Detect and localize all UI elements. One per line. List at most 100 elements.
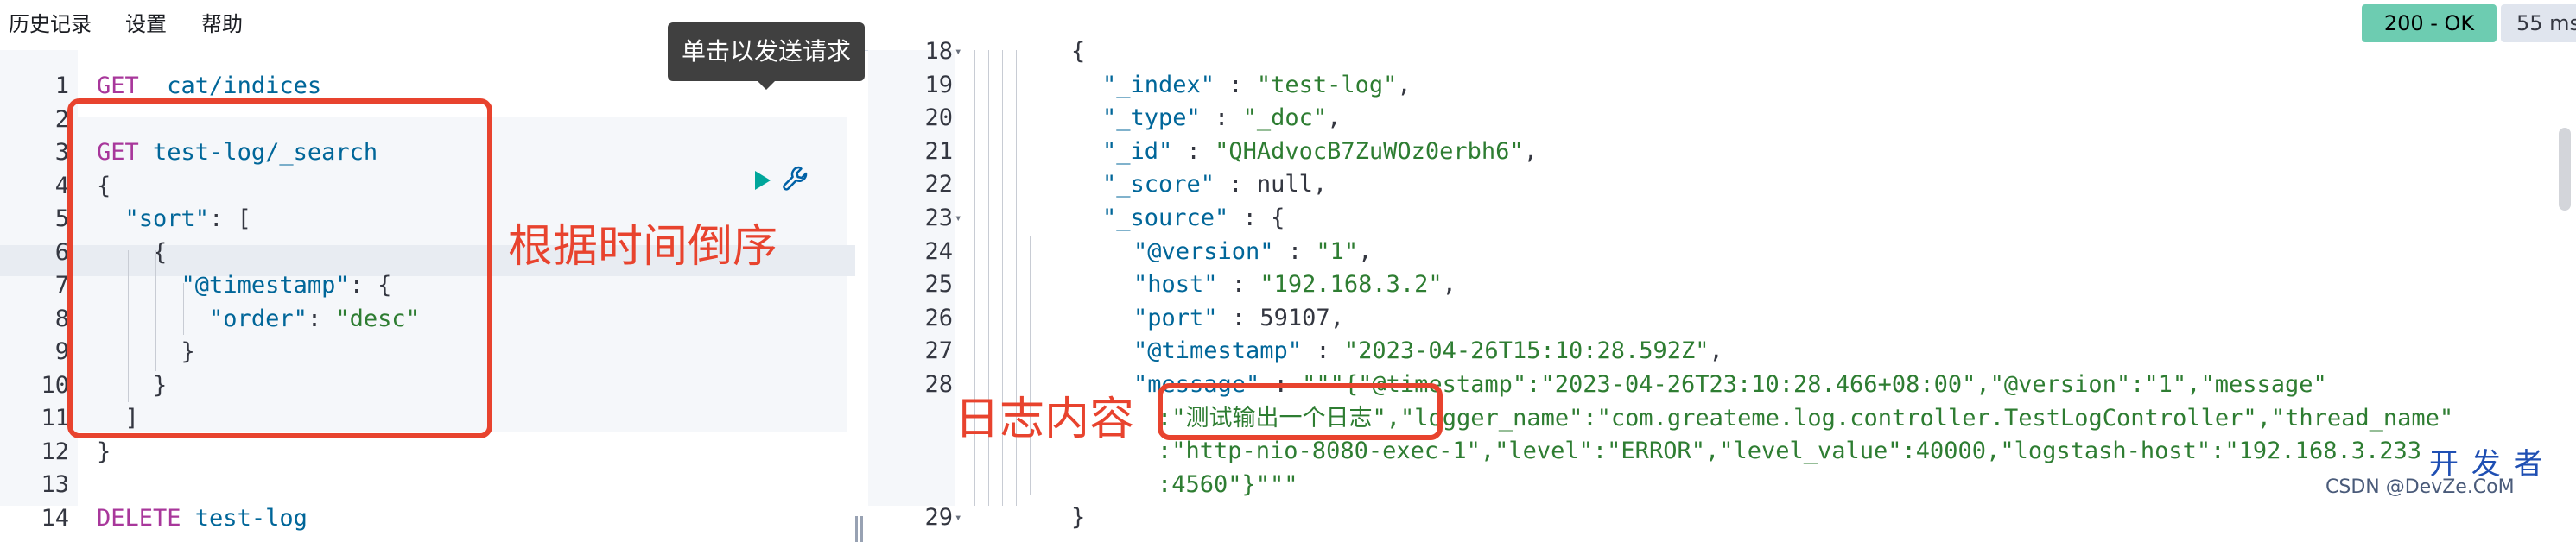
code-token: "_id" — [1102, 137, 1173, 165]
line-number: 25 — [924, 271, 953, 299]
indent-guide — [1030, 236, 1031, 495]
line-number: 28 — [924, 371, 953, 398]
code-token: "_type" — [1102, 104, 1201, 132]
code-token: { — [1071, 38, 1086, 65]
code-token: : — [1302, 337, 1344, 365]
response-scrollbar[interactable] — [2559, 128, 2571, 211]
send-request-tooltip: 单击以发送请求 — [668, 22, 865, 90]
code-line: "@timestamp" : "2023-04-26T15:10:28.592Z… — [1133, 336, 1723, 367]
watermark-credit: CSDN @DevZe.CoM — [2325, 476, 2515, 498]
line-number: 21 — [924, 137, 953, 165]
line-number: 23 — [924, 205, 953, 231]
code-token: "_source" — [1102, 205, 1229, 231]
line-number: 13 — [41, 471, 69, 498]
code-token: "@version" — [1133, 237, 1274, 265]
send-request-icon[interactable] — [755, 171, 771, 190]
fold-toggle-icon[interactable]: ▾ — [955, 502, 961, 533]
line-number: 3 — [54, 139, 69, 166]
code-token: , — [1523, 137, 1538, 165]
menu-settings[interactable]: 设置 — [125, 0, 167, 50]
line-number: 29 — [924, 504, 953, 532]
line-number: 14 — [41, 504, 69, 532]
code-token: , — [1442, 271, 1456, 299]
code-token: , — [1358, 237, 1373, 265]
code-token: : null, — [1215, 171, 1328, 199]
code-token: } — [97, 438, 111, 465]
status-badge: 200 - OK — [2362, 4, 2497, 42]
code-token: :4560"}""" — [1158, 470, 1298, 498]
line-number: 20 — [924, 104, 953, 132]
code-line: "_id" : "QHAdvocB7ZuWOz0erbh6", — [1102, 136, 1538, 167]
line-number — [868, 436, 953, 467]
code-token: , — [1327, 104, 1342, 132]
top-menu-bar: 历史记录 设置 帮助 200 - OK 55 ms — [0, 0, 2576, 51]
fold-toggle-icon[interactable]: ▾ — [955, 203, 961, 234]
line-number: 7 — [54, 272, 69, 299]
line-number — [868, 470, 953, 501]
code-line: :4560"}""" — [1158, 470, 1298, 501]
panel-resize-handle[interactable] — [855, 516, 864, 542]
line-number: 27 — [924, 337, 953, 365]
line-number: 19 — [924, 71, 953, 98]
line-number: 4 — [54, 172, 69, 199]
code-line: } — [97, 437, 111, 468]
code-token: : — [1172, 137, 1215, 165]
sort-annotation-label: 根据时间倒序 — [508, 221, 778, 273]
code-token: : — [1200, 104, 1243, 132]
code-token: } — [1071, 504, 1086, 532]
log-content-annotation-label: 日志内容 — [955, 394, 1135, 445]
code-line: "@version" : "1", — [1133, 236, 1372, 268]
line-number — [868, 403, 953, 434]
log-content-annotation-box — [1158, 383, 1443, 440]
code-line: "_source" : { — [1102, 203, 1285, 234]
line-number: 5 — [54, 205, 69, 232]
code-token: : — [1217, 271, 1260, 299]
code-token: DELETE — [97, 504, 195, 532]
code-token: "2023-04-26T15:10:28.592Z" — [1343, 337, 1710, 365]
code-token: "test-log" — [1256, 71, 1398, 98]
code-token: "host" — [1133, 271, 1218, 299]
line-number: 10 — [41, 371, 69, 399]
code-line: DELETE test-log — [97, 503, 308, 534]
line-number: 22 — [924, 171, 953, 199]
code-line: "_index" : "test-log", — [1102, 70, 1412, 101]
line-number: 18 — [924, 38, 953, 65]
line-number: 8 — [54, 305, 69, 332]
code-token: "_doc" — [1242, 104, 1328, 132]
sort-annotation-box — [67, 98, 492, 438]
code-token: : { — [1228, 205, 1285, 231]
code-token: , — [1397, 71, 1412, 98]
line-number: 24 — [924, 237, 953, 265]
code-token: _cat/indices — [153, 72, 322, 99]
code-token: : — [1215, 71, 1257, 98]
code-line: :"http-nio-8080-exec-1","level":"ERROR",… — [1158, 436, 2421, 467]
code-line: GET _cat/indices — [97, 71, 321, 102]
line-number: 1 — [54, 72, 69, 99]
code-line: "_type" : "_doc", — [1102, 103, 1341, 134]
line-number: 11 — [41, 405, 69, 432]
code-line: "host" : "192.168.3.2", — [1133, 269, 1456, 300]
code-token: "@timestamp" — [1133, 337, 1303, 365]
line-number: 12 — [41, 438, 69, 465]
wrench-icon[interactable] — [780, 164, 811, 195]
menu-help[interactable]: 帮助 — [201, 0, 243, 50]
fold-toggle-icon[interactable]: ▾ — [955, 36, 961, 67]
code-token: :"http-nio-8080-exec-1","level":"ERROR",… — [1158, 438, 2421, 465]
menu-history[interactable]: 历史记录 — [9, 0, 92, 50]
code-token: "1" — [1316, 237, 1359, 265]
code-line: "port" : 59107, — [1133, 303, 1344, 334]
code-line: } — [1071, 502, 1085, 533]
code-token: "QHAdvocB7ZuWOz0erbh6" — [1215, 137, 1524, 165]
code-line: "_score" : null, — [1102, 169, 1327, 200]
code-token: GET — [97, 72, 154, 99]
code-token: : — [1273, 237, 1317, 265]
code-token: test-log — [194, 504, 308, 532]
line-number: 26 — [924, 304, 953, 331]
line-number: 9 — [54, 338, 69, 365]
line-number: 6 — [54, 238, 69, 266]
code-line: { — [1071, 36, 1085, 67]
code-token: , — [1709, 337, 1723, 365]
code-token: """{"@timestamp":"2023-04-26T23:10:28.46… — [1302, 371, 2327, 398]
code-token: "_score" — [1102, 171, 1215, 199]
code-token: "port" — [1133, 304, 1218, 331]
